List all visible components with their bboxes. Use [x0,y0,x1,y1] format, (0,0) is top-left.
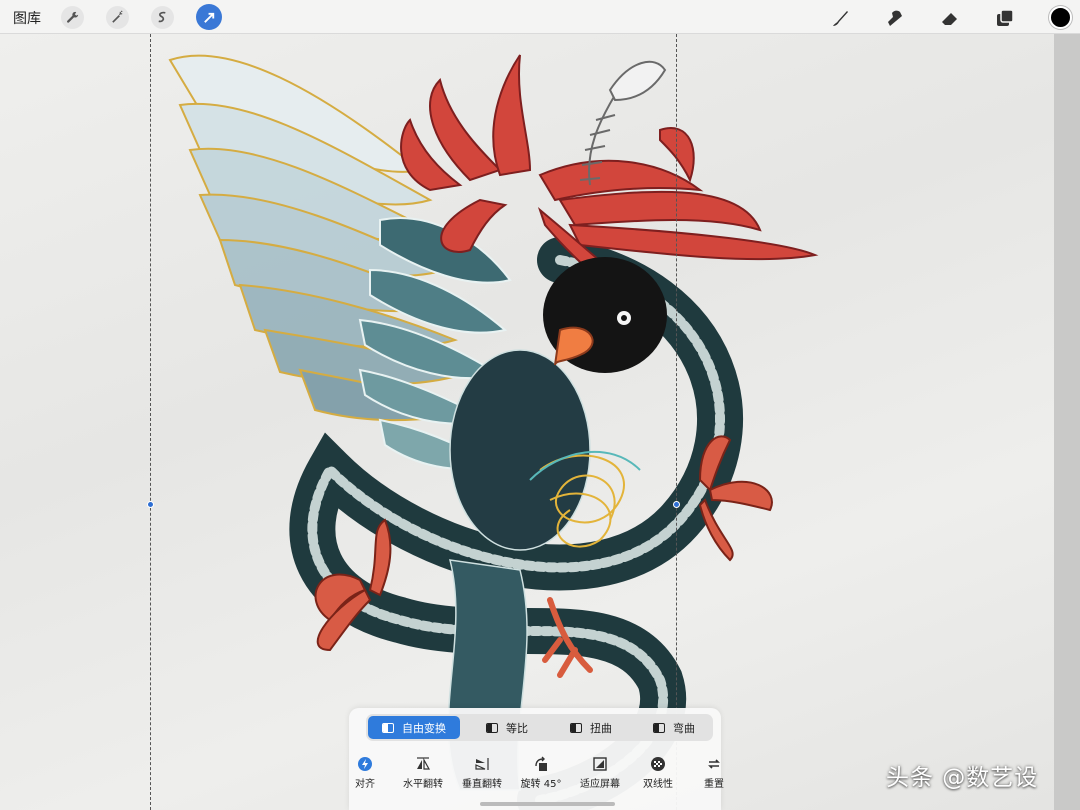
fit-screen-label: 适应屏幕 [580,779,620,790]
magic-wand-icon [112,10,123,23]
eraser-button[interactable] [937,5,963,31]
transform-bounds-left [150,34,151,810]
warp-icon [653,722,665,733]
actions-button[interactable] [61,6,84,29]
artwork-illustration[interactable] [0,34,1054,810]
layers-button[interactable] [992,5,1018,31]
smudge-button[interactable] [882,5,908,31]
transform-mode-selector: 自由变换 等比 扭曲 弯曲 [366,714,713,741]
mode-warp-label: 弯曲 [673,721,695,735]
transform-toolbar: 自由变换 等比 扭曲 弯曲 对齐 水平翻转 垂直翻转 旋转 45° 适应屏幕 双… [349,708,724,810]
selection-button[interactable] [151,6,174,29]
transform-button[interactable] [196,4,222,30]
selection-icon [158,11,166,23]
eraser-icon [942,13,957,25]
wrench-icon [67,11,79,23]
flip-horizontal-icon [417,757,431,770]
home-indicator [480,802,615,806]
mode-uniform-label: 等比 [506,721,528,735]
transform-bounds-right [676,34,677,810]
smudge-icon [888,10,902,26]
adjustments-button[interactable] [106,6,129,29]
brush-icon [833,11,848,26]
mode-free-transform-label: 自由变换 [402,721,446,735]
canvas-scrollbar[interactable] [1054,34,1080,810]
mode-distort[interactable]: 扭曲 [556,716,636,739]
snap-button[interactable]: 对齐 [352,756,378,790]
bilinear-button[interactable]: 双线性 [634,756,682,790]
free-transform-icon [382,722,394,733]
fit-screen-icon [593,757,607,771]
uniform-icon [486,722,498,733]
reset-icon [708,759,720,769]
color-picker-button[interactable] [1049,6,1072,29]
transform-arrow-icon [203,12,214,23]
snap-icon [358,757,372,771]
distort-icon [570,722,582,733]
reset-button[interactable]: 重置 [699,756,729,790]
mode-free-transform[interactable]: 自由变换 [368,716,460,739]
top-toolbar: 图库 [0,0,1080,34]
rotate-45-icon [535,756,547,771]
mode-uniform[interactable]: 等比 [472,716,552,739]
flip-horizontal-label: 水平翻转 [403,779,443,790]
snap-label: 对齐 [355,779,375,790]
layers-icon [997,9,1014,26]
mode-warp[interactable]: 弯曲 [639,716,711,739]
bilinear-label: 双线性 [643,779,673,790]
flip-horizontal-button[interactable]: 水平翻转 [399,756,447,790]
gallery-button[interactable]: 图库 [13,8,41,28]
rotate-45-label: 旋转 45° [520,779,562,790]
mode-distort-label: 扭曲 [590,721,612,735]
brush-button[interactable] [827,5,853,31]
reset-label: 重置 [704,779,724,790]
flip-vertical-button[interactable]: 垂直翻转 [458,756,506,790]
bilinear-icon [651,757,665,771]
magpie-head [543,257,667,373]
flip-vertical-icon [475,758,489,770]
transform-handle-left[interactable] [147,501,154,508]
flip-vertical-label: 垂直翻转 [462,779,502,790]
watermark-text: 头条 @数艺设 [886,765,1039,791]
rotate-45-button[interactable]: 旋转 45° [517,756,565,790]
transform-handle-right[interactable] [673,501,680,508]
fit-screen-button[interactable]: 适应屏幕 [576,756,624,790]
